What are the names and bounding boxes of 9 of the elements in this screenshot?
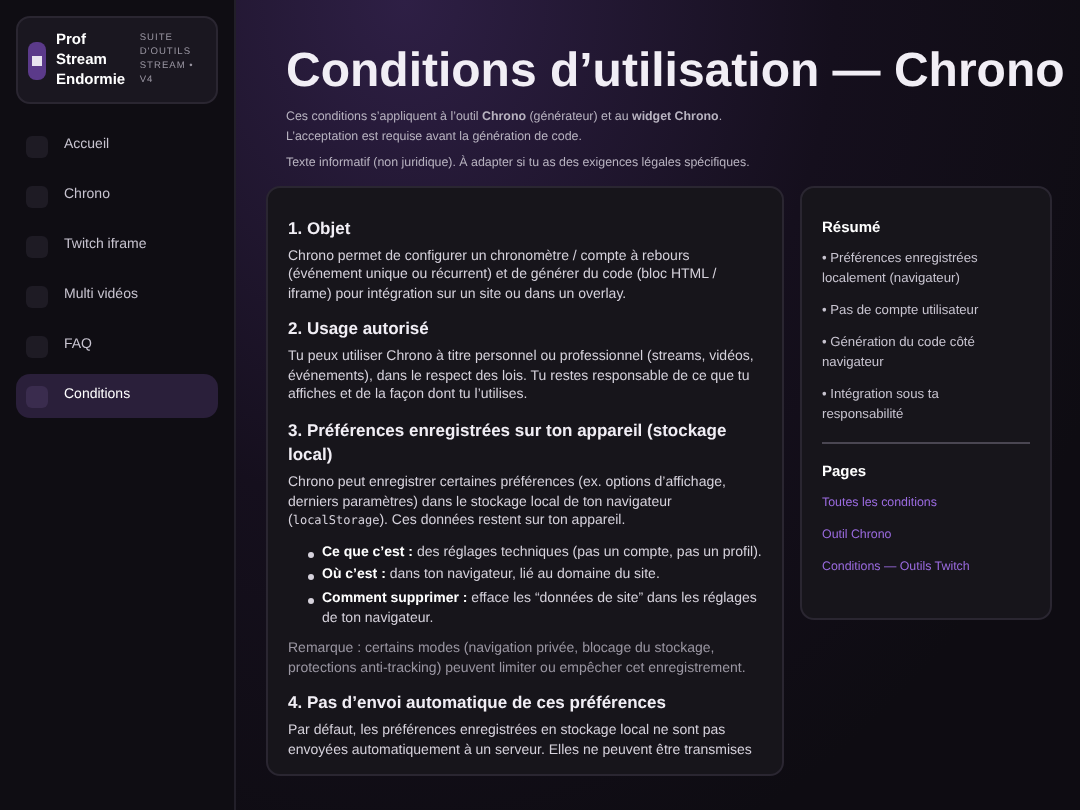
bullet-icon [308, 574, 314, 581]
bullet-icon [308, 551, 314, 558]
bullet-icon [308, 598, 314, 605]
section-heading: 1. Objet [288, 215, 353, 239]
page-title: Conditions d’utilisation — Chrono [284, 44, 1067, 100]
logo-icon [28, 41, 46, 79]
section-heading: 4. Pas d’envoi automatique de ces préférences [288, 690, 668, 715]
section-heading: 3. Préférences enregistrées sur ton appareil (stockage local) [288, 418, 729, 467]
section-heading: 2. Usage autorisé [288, 316, 431, 341]
